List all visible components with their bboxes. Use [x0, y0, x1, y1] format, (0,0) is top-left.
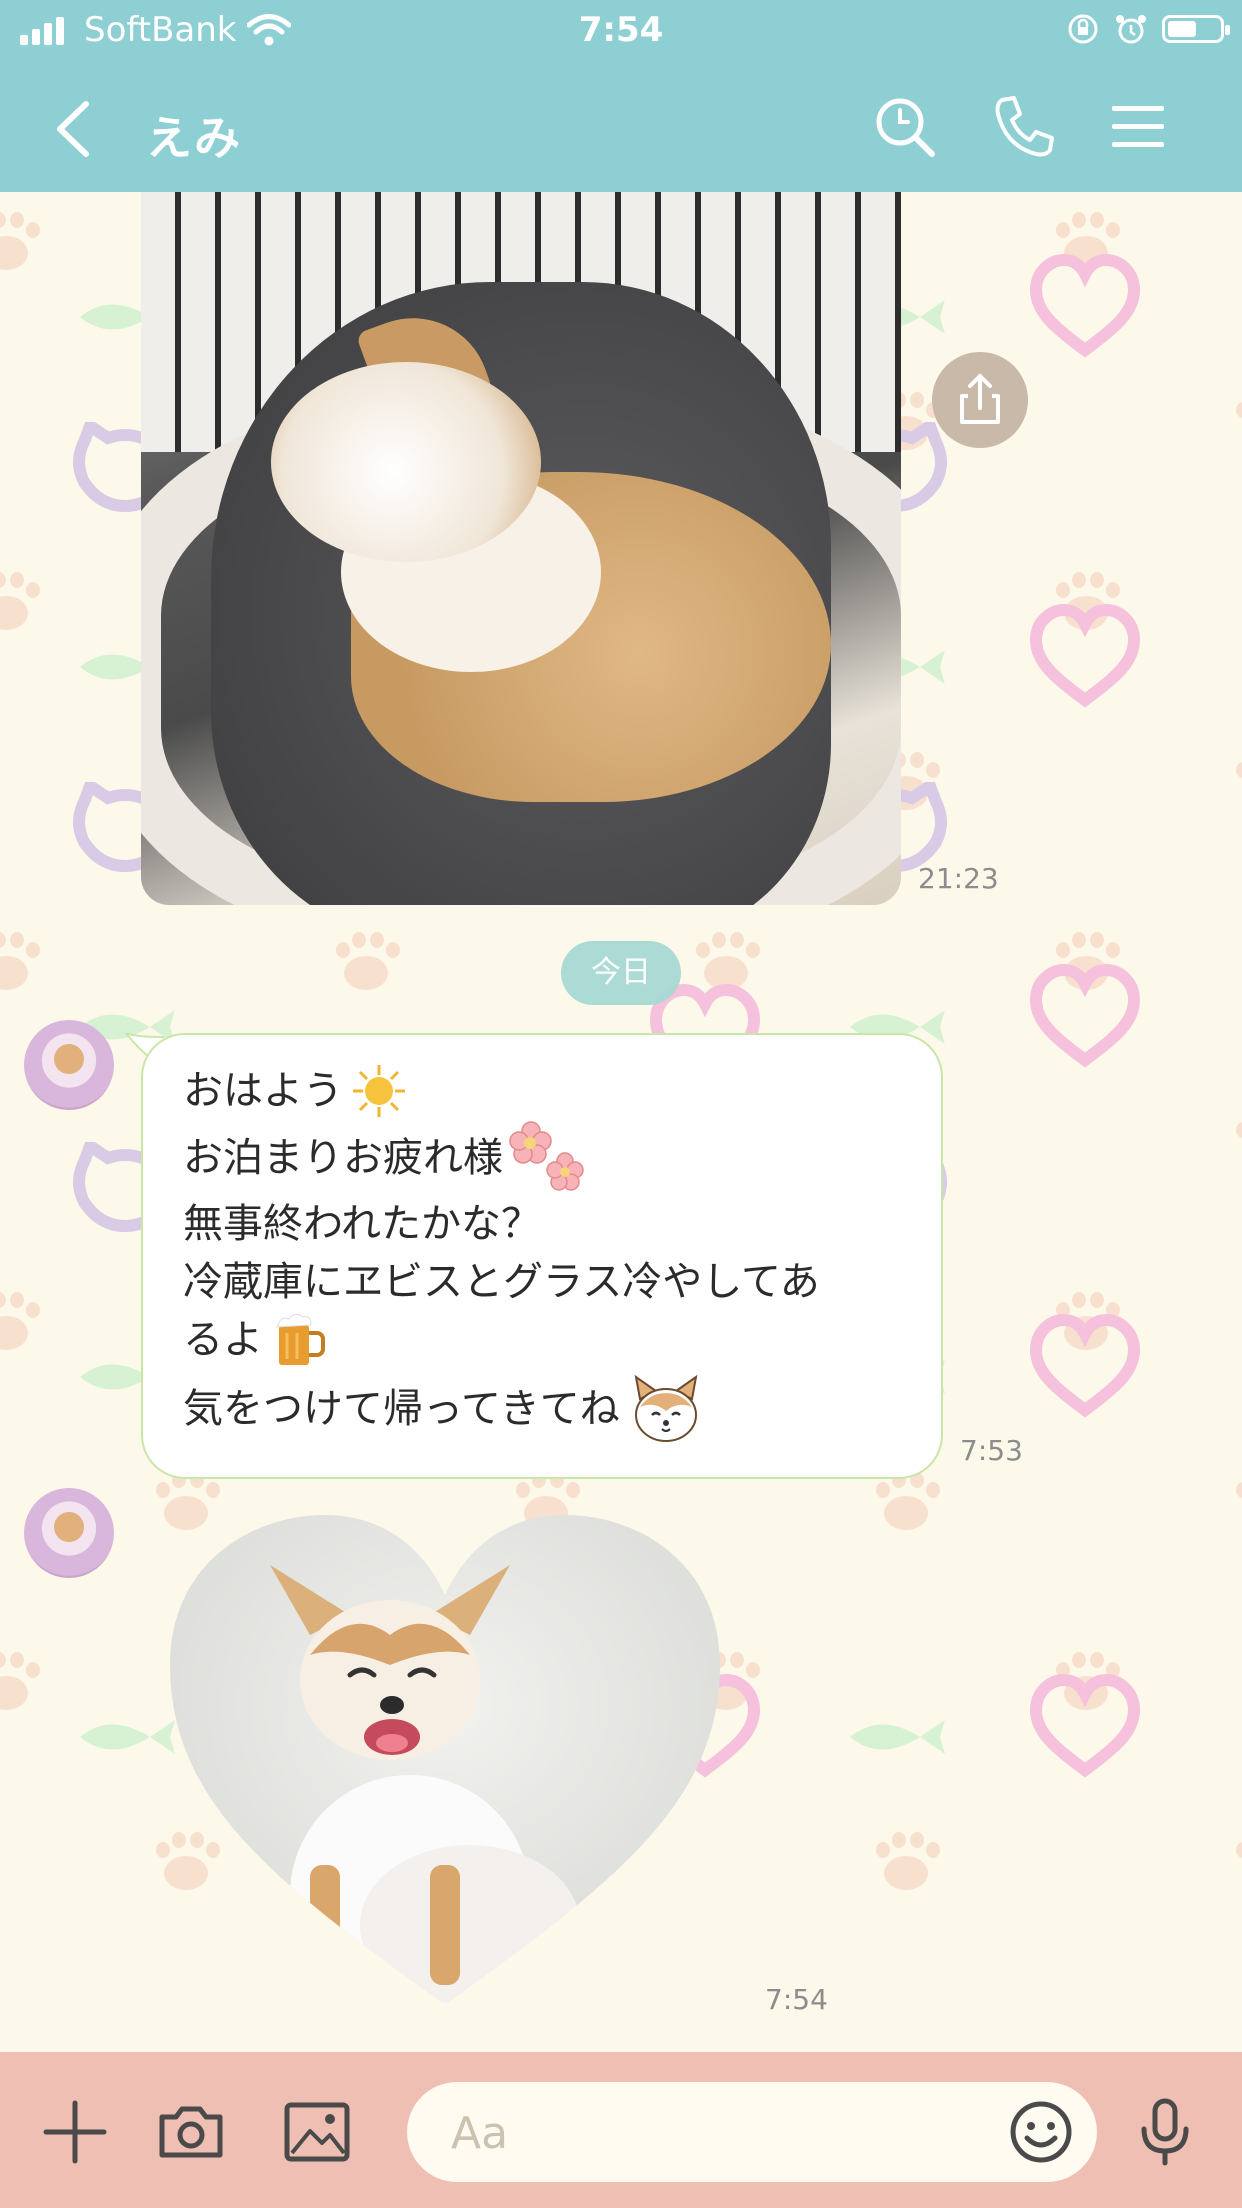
message-input-placeholder: Aa	[451, 2108, 509, 2159]
image-icon[interactable]	[282, 2097, 352, 2167]
photo-dog-head	[271, 362, 541, 562]
paw-icon	[1230, 752, 1242, 812]
plus-icon[interactable]	[40, 2097, 110, 2167]
fish-icon	[850, 1720, 945, 1754]
message-line: 無事終われたかな？	[183, 1201, 541, 1247]
paw-icon	[1230, 1832, 1242, 1892]
message-line: おはよう	[183, 1061, 901, 1121]
rotation-lock-icon	[1068, 14, 1098, 44]
phone-icon[interactable]	[988, 92, 1058, 162]
paw-icon	[0, 572, 40, 632]
message-line: お泊まりお疲れ様	[183, 1121, 901, 1195]
paw-icon	[870, 1832, 940, 1892]
microphone-icon[interactable]	[1130, 2097, 1200, 2167]
sent-photo-message[interactable]	[141, 192, 901, 905]
date-separator: 今日	[561, 941, 681, 1005]
heart-icon	[1030, 603, 1140, 708]
message-timestamp: 7:53	[960, 1434, 1023, 1467]
paw-icon	[0, 212, 40, 272]
heart-icon	[1030, 253, 1140, 358]
back-chevron-icon[interactable]	[46, 94, 106, 164]
share-icon	[960, 374, 1000, 424]
avatar[interactable]	[24, 1020, 114, 1110]
message-line: るよ	[183, 1311, 901, 1369]
heart-icon	[1030, 1673, 1140, 1778]
menu-icon[interactable]	[1104, 92, 1174, 162]
chat-title: えみ	[146, 111, 242, 165]
paw-icon	[1230, 1472, 1242, 1532]
dog-sticker-icon	[634, 1374, 698, 1442]
paw-icon	[1230, 392, 1242, 452]
status-bar: SoftBank 7:54	[0, 0, 1242, 62]
emoji-icon[interactable]	[1007, 2098, 1075, 2166]
sun-icon	[353, 1065, 405, 1117]
share-button[interactable]	[932, 352, 1028, 448]
battery-icon	[1162, 15, 1230, 43]
search-icon[interactable]	[870, 92, 940, 162]
paw-icon	[0, 1292, 40, 1352]
paw-icon	[1230, 1112, 1242, 1172]
paw-icon	[0, 1652, 40, 1712]
paw-icon	[330, 932, 400, 992]
alarm-icon	[1116, 15, 1146, 44]
paw-icon	[0, 932, 40, 992]
flower-icon	[509, 1121, 584, 1191]
status-time: 7:54	[578, 10, 664, 50]
beer-icon	[276, 1313, 325, 1365]
camera-icon[interactable]	[156, 2097, 226, 2167]
input-bar: Aa	[0, 2052, 1242, 2208]
message-line: 気をつけて帰ってきてね	[183, 1369, 901, 1449]
chat-header: えみ	[0, 62, 1242, 192]
status-right-icons	[1066, 12, 1230, 46]
heart-shaped-photo-message[interactable]	[160, 1505, 730, 2005]
received-text-bubble[interactable]: おはよう お泊まりお疲れ様 無事終われたかな？ 冷蔵庫にヱビスとグラス冷やしてあ…	[141, 1033, 943, 1479]
message-timestamp: 7:54	[765, 1983, 828, 2016]
message-timestamp: 21:23	[918, 862, 999, 895]
heart-icon	[1030, 1313, 1140, 1418]
message-input[interactable]: Aa	[407, 2082, 1097, 2182]
avatar[interactable]	[24, 1488, 114, 1578]
paw-icon	[870, 1472, 940, 1532]
heart-icon	[1030, 963, 1140, 1068]
message-line: 冷蔵庫にヱビスとグラス冷やしてあ	[183, 1259, 820, 1305]
